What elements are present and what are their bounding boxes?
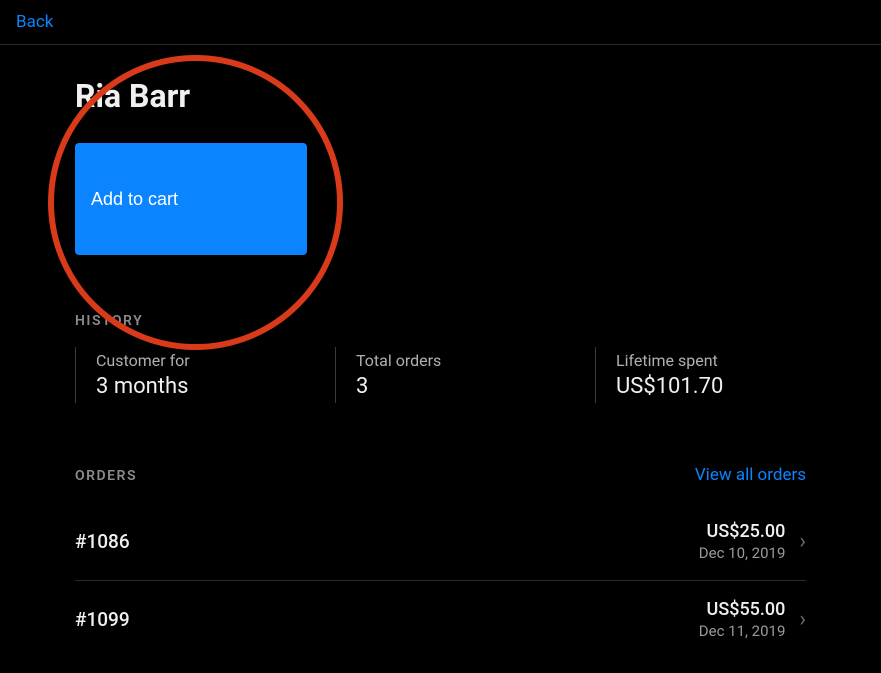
orders-list: #1086 US$25.00 Dec 10, 2019 › #1099 US$5… [75, 503, 806, 658]
stat-value: 3 months [96, 374, 311, 399]
order-date: Dec 10, 2019 [699, 544, 786, 562]
order-amount-block: US$55.00 Dec 11, 2019 [699, 599, 786, 640]
stat-label: Customer for [96, 351, 311, 370]
stat-label: Total orders [356, 351, 571, 370]
order-amount: US$55.00 [699, 599, 786, 620]
order-id: #1099 [75, 608, 130, 631]
orders-header: ORDERS View all orders [75, 465, 806, 485]
order-date: Dec 11, 2019 [699, 622, 786, 640]
customer-name: Ria Barr [75, 77, 806, 115]
stat-customer-for: Customer for 3 months [75, 347, 335, 403]
order-right: US$55.00 Dec 11, 2019 › [699, 599, 806, 640]
stat-label: Lifetime spent [616, 351, 831, 370]
stat-value: 3 [356, 374, 571, 399]
order-right: US$25.00 Dec 10, 2019 › [699, 521, 806, 562]
order-id: #1086 [75, 530, 130, 553]
history-label: HISTORY [75, 313, 806, 329]
order-row[interactable]: #1099 US$55.00 Dec 11, 2019 › [75, 581, 806, 658]
orders-label: ORDERS [75, 468, 137, 484]
history-stats: Customer for 3 months Total orders 3 Lif… [75, 347, 806, 403]
chevron-right-icon: › [799, 529, 806, 554]
header-bar: Back [0, 0, 881, 45]
back-link[interactable]: Back [16, 12, 53, 32]
content: Ria Barr Add to cart HISTORY Customer fo… [0, 77, 881, 658]
order-amount-block: US$25.00 Dec 10, 2019 [699, 521, 786, 562]
stat-lifetime-spent: Lifetime spent US$101.70 [595, 347, 855, 403]
stat-value: US$101.70 [616, 374, 831, 399]
order-amount: US$25.00 [699, 521, 786, 542]
stat-total-orders: Total orders 3 [335, 347, 595, 403]
view-all-orders-link[interactable]: View all orders [695, 465, 806, 485]
order-row[interactable]: #1086 US$25.00 Dec 10, 2019 › [75, 503, 806, 581]
add-to-cart-button[interactable]: Add to cart [75, 143, 307, 255]
chevron-right-icon: › [799, 607, 806, 632]
